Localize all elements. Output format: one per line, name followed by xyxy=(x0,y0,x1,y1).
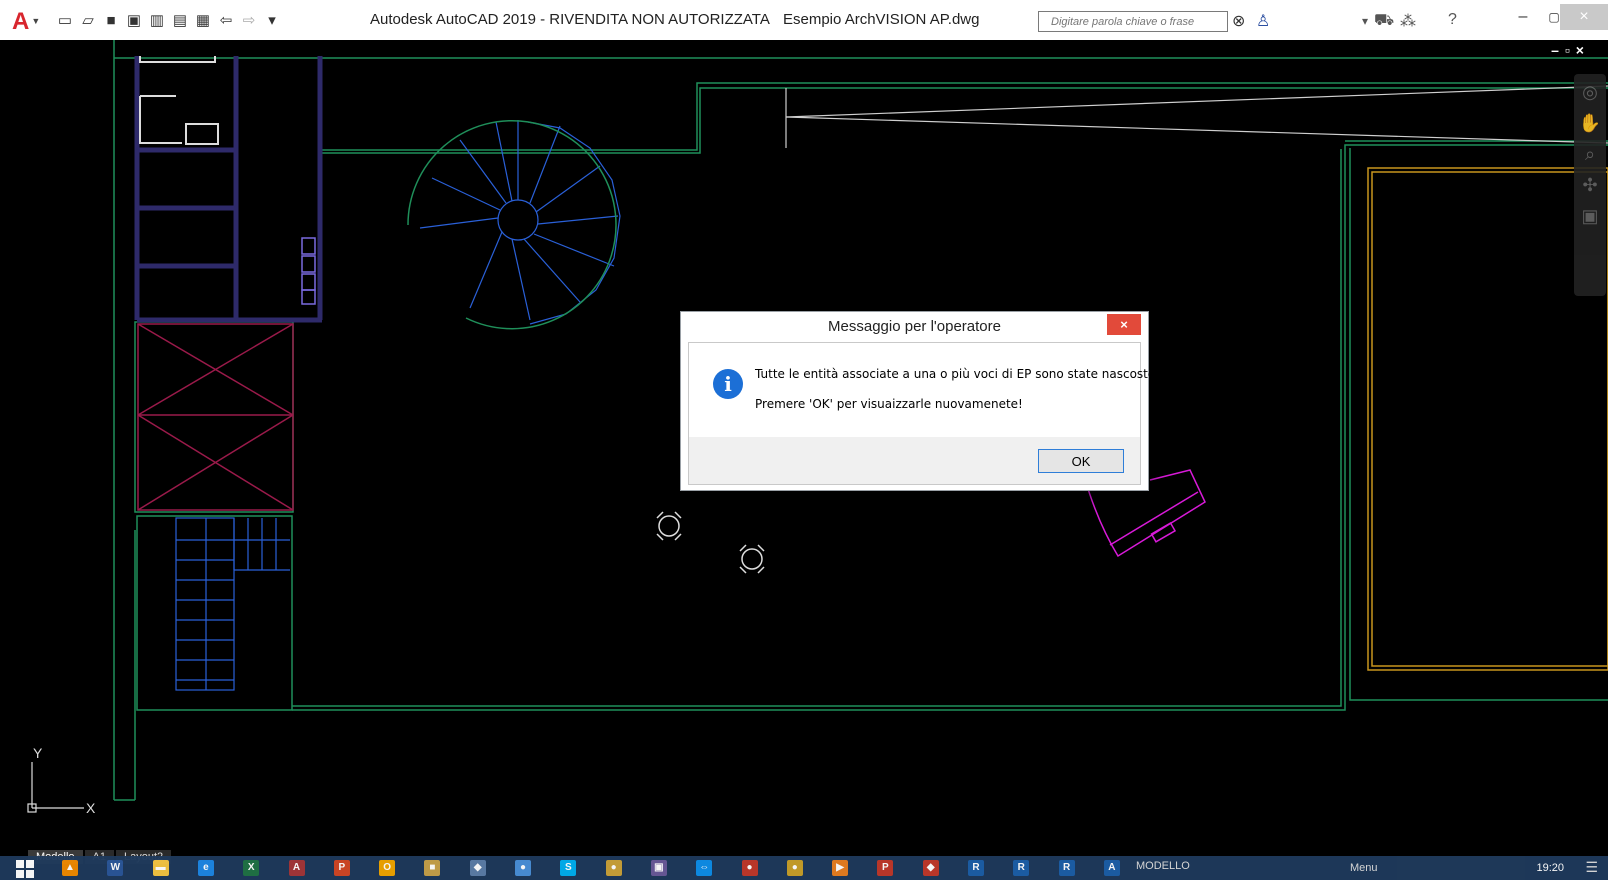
windows-taskbar: ▲ W ▬ e X A P O ■ ◆ ● S ● ▣ ⇔ ● ● ▶ P ◆ R R R A MODELLO Menu 19… xyxy=(0,856,1608,880)
cabinet-knobs xyxy=(301,237,316,305)
app-icon[interactable]: ◆ xyxy=(922,860,939,876)
void-cross xyxy=(137,323,294,511)
close-window-icon[interactable]: × xyxy=(1560,4,1608,30)
connect-icon[interactable]: ⁂ xyxy=(1400,11,1416,31)
sink-fixtures xyxy=(139,56,219,145)
customize-statusbar-icon[interactable]: ☰ xyxy=(1585,859,1598,876)
help-icon[interactable]: ? xyxy=(1448,11,1457,29)
search-input[interactable] xyxy=(1038,11,1228,32)
revit-icon[interactable]: R xyxy=(1013,860,1030,876)
cart-icon[interactable]: ⛟ xyxy=(1374,11,1394,31)
app-icon[interactable]: P xyxy=(877,860,894,876)
ucs-y-label: Y xyxy=(33,745,43,761)
word-icon[interactable]: W xyxy=(107,860,124,876)
pan-icon[interactable]: ✋ xyxy=(1579,113,1601,134)
undo-icon[interactable]: ⇦ xyxy=(217,11,235,29)
ucs-icon xyxy=(27,762,84,813)
publish-icon[interactable]: ▥ xyxy=(148,11,166,29)
network-icon[interactable]: ● xyxy=(515,860,531,876)
window-frame-lines xyxy=(1367,167,1608,671)
customize-dropdown-icon[interactable]: ▾ xyxy=(263,11,281,29)
outlook-icon[interactable]: O xyxy=(379,860,396,876)
dialog-body: i Tutte le entità associate a una o più … xyxy=(688,342,1160,437)
dialog-message-line2: Premere 'OK' per visuaizzarle nuovamenet… xyxy=(755,397,1023,411)
showmotion-icon[interactable]: ▣ xyxy=(1581,206,1598,227)
ucs-x-label: X xyxy=(86,800,96,816)
plot-icon[interactable]: ▤ xyxy=(171,11,189,29)
ok-button[interactable]: OK xyxy=(1038,449,1124,473)
folder-icon[interactable]: ■ xyxy=(424,860,441,876)
sign-in-user-icon[interactable]: ♙ xyxy=(1256,11,1270,31)
autocad-icon[interactable]: A xyxy=(1103,860,1120,876)
explorer-icon[interactable]: ▬ xyxy=(152,860,169,876)
operator-message-dialog: Messaggio per l'operatore × i Tutte le e… xyxy=(680,311,1160,491)
window-title: Autodesk AutoCAD 2019 - RIVENDITA NON AU… xyxy=(370,11,770,28)
app-icon[interactable]: ▶ xyxy=(832,860,849,876)
binoculars-icon[interactable]: ⊗ xyxy=(1232,11,1245,31)
redo-icon[interactable]: ⇨ xyxy=(240,11,258,29)
user-icon[interactable]: ● xyxy=(741,860,758,876)
save-as-icon[interactable]: ▣ xyxy=(125,11,143,29)
status-model-label[interactable]: MODELLO xyxy=(1136,860,1190,872)
app-icon[interactable]: ◆ xyxy=(469,860,486,876)
revit-icon[interactable]: R xyxy=(1058,860,1075,876)
access-icon[interactable]: A xyxy=(288,860,305,876)
media-icon[interactable]: ▣ xyxy=(650,860,667,876)
quick-access-toolbar: ▭ ▱ ■ ▣ ▥ ▤ ▦ ⇦ ⇨ ▾ xyxy=(56,11,281,30)
dialog-message-line1: Tutte le entità associate a una o più vo… xyxy=(755,367,1161,381)
navigation-bar: ◎ ✋ ⌕ ✣ ▣ xyxy=(1574,74,1606,296)
status-menu-label[interactable]: Menu xyxy=(1350,862,1378,874)
dialog-footer: OK xyxy=(688,437,1141,485)
chair-symbols xyxy=(656,511,765,574)
powerpoint-icon[interactable]: P xyxy=(333,860,350,876)
spiral-stair-rail xyxy=(407,120,617,330)
zoom-icon[interactable]: ⌕ xyxy=(1585,144,1595,165)
autocad-logo-icon[interactable]: A ▼ xyxy=(12,8,40,36)
print-icon[interactable]: ▦ xyxy=(194,11,212,29)
document-name: Esempio ArchVISION AP.dwg xyxy=(783,11,980,28)
ie-icon[interactable]: e xyxy=(197,860,214,876)
teamviewer-icon[interactable]: ⇔ xyxy=(696,860,713,876)
straight-staircase xyxy=(175,517,290,691)
steering-wheel-icon[interactable]: ◎ xyxy=(1582,82,1598,103)
dialog-close-icon[interactable]: × xyxy=(1107,314,1141,335)
save-icon[interactable]: ■ xyxy=(102,11,120,29)
revit-icon[interactable]: R xyxy=(968,860,984,876)
windows-start-icon[interactable] xyxy=(16,860,34,878)
excel-icon[interactable]: X xyxy=(243,860,260,876)
vlc-icon[interactable]: ▲ xyxy=(62,860,78,876)
info-icon: i xyxy=(713,369,743,399)
dropdown-icon[interactable]: ▾ xyxy=(1362,14,1368,28)
skype-icon[interactable]: S xyxy=(560,860,577,876)
app-icon[interactable]: ● xyxy=(786,860,803,876)
ceiling-lines xyxy=(785,85,1608,148)
orbit-icon[interactable]: ✣ xyxy=(1582,175,1597,196)
new-file-icon[interactable]: ▭ xyxy=(56,11,74,29)
title-bar: A ▼ ▭ ▱ ■ ▣ ▥ ▤ ▦ ⇦ ⇨ ▾ Autodesk AutoCAD … xyxy=(0,0,1608,40)
open-folder-icon[interactable]: ▱ xyxy=(79,11,97,29)
clock: 19:20 xyxy=(1536,862,1564,874)
dialog-title: Messaggio per l'operatore xyxy=(828,318,1001,335)
lock-icon[interactable]: ● xyxy=(605,860,622,876)
